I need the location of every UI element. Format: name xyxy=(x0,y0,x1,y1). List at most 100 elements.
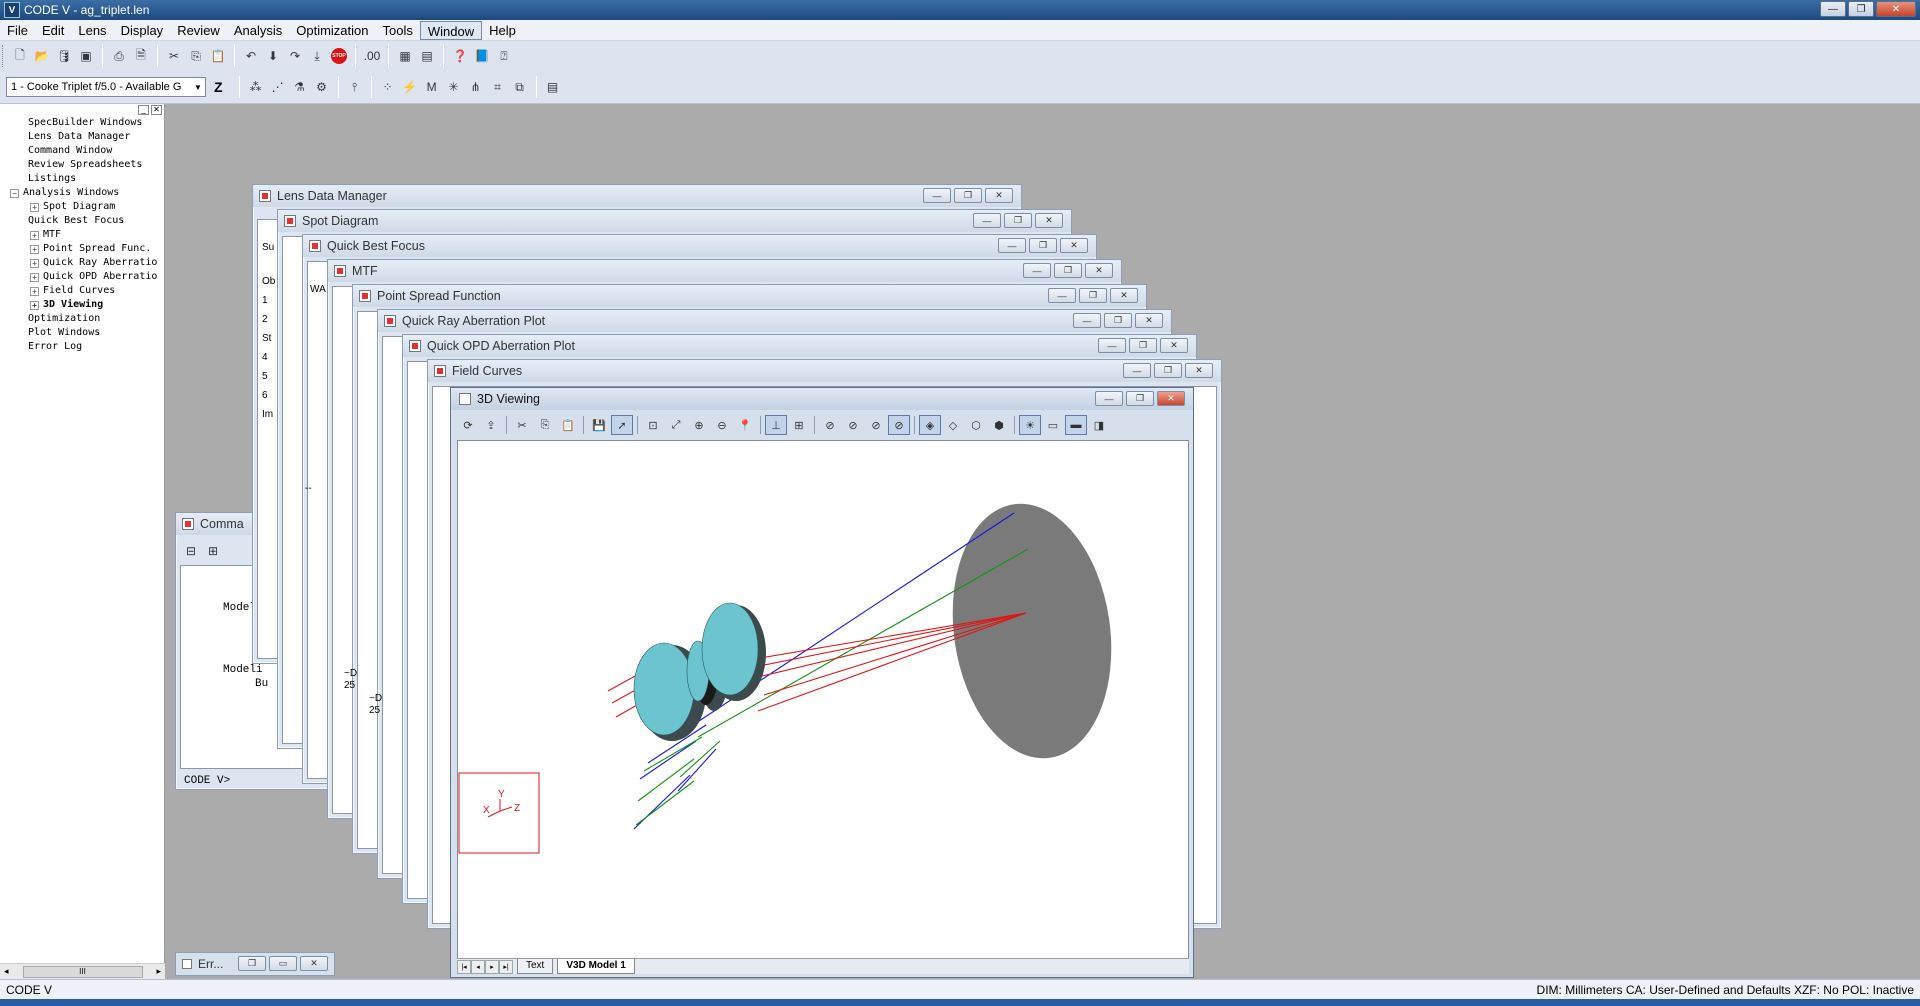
expand-icon[interactable]: + xyxy=(30,244,39,254)
decimal-format-icon[interactable]: .00 xyxy=(361,45,383,67)
tab-last-icon[interactable]: ▸| xyxy=(499,959,513,974)
lighting-icon[interactable]: ☀ xyxy=(1019,415,1041,435)
toolbar-grip[interactable] xyxy=(2,45,5,67)
close-button[interactable]: ✕ xyxy=(1876,1,1916,17)
spot-icon[interactable]: ⁘ xyxy=(377,76,399,98)
expand-icon[interactable]: + xyxy=(30,272,39,282)
tab-first-icon[interactable]: |◂ xyxy=(457,959,471,974)
minimize-icon[interactable]: — xyxy=(1073,313,1101,328)
hidden-line-icon[interactable]: ⬡ xyxy=(965,415,987,435)
maximize-icon[interactable]: ❐ xyxy=(1129,338,1157,353)
maximize-icon[interactable]: ❐ xyxy=(1054,263,1082,278)
copy-icon[interactable]: ⎘ xyxy=(534,415,556,435)
outline-view-icon[interactable]: ⬢ xyxy=(988,415,1010,435)
axes-icon[interactable]: ⊥ xyxy=(765,415,787,435)
zoom-out-icon[interactable]: ⊖ xyxy=(711,415,733,435)
distortion-icon[interactable]: ⌗ xyxy=(487,76,509,98)
tree-item[interactable]: + Point Spread Func. xyxy=(2,242,164,256)
rotate-x-icon[interactable]: ⊘ xyxy=(819,415,841,435)
panel-icon[interactable]: ▤ xyxy=(416,45,438,67)
tree-item[interactable]: SpecBuilder Windows xyxy=(2,116,164,130)
expand-icon[interactable]: + xyxy=(30,300,39,310)
close-icon[interactable]: ✕ xyxy=(1110,288,1138,303)
ldm-row-number[interactable]: St xyxy=(262,329,275,348)
cmd-tool-icon[interactable]: ⊟ xyxy=(182,543,200,559)
tree-item[interactable]: Command Window xyxy=(2,144,164,158)
lens-selector-dropdown[interactable]: 1 - Cooke Triplet f/5.0 - Available G ▼ xyxy=(6,77,206,97)
open-folder-icon[interactable]: 📂 xyxy=(31,45,53,67)
tree-item[interactable]: + MTF xyxy=(2,228,164,242)
tab-v3d-model-1[interactable]: V3D Model 1 xyxy=(557,959,635,974)
menu-file[interactable]: File xyxy=(0,21,35,40)
minimize-icon[interactable]: — xyxy=(973,213,1001,228)
restore-button[interactable]: ❐ xyxy=(1848,1,1874,17)
tree-horizontal-scrollbar[interactable]: ◂ III ▸ xyxy=(0,963,165,979)
ldm-row-number[interactable]: 1 xyxy=(262,291,275,310)
collapse-icon[interactable]: − xyxy=(10,188,19,198)
save-icon[interactable]: 💾 xyxy=(588,415,610,435)
close-icon[interactable]: ✕ xyxy=(985,188,1013,203)
command-prompt[interactable]: CODE V> xyxy=(184,775,230,787)
lens-element-icon[interactable]: ⫯ xyxy=(344,76,366,98)
save-image-icon[interactable]: ▣ xyxy=(75,45,97,67)
zoom-lens-button[interactable]: Z xyxy=(214,79,223,95)
tree-item[interactable]: Review Spreadsheets xyxy=(2,158,164,172)
minimize-button[interactable]: — xyxy=(1820,1,1846,17)
spot-diagram-tool-icon[interactable]: ⁂ xyxy=(245,76,267,98)
panel-close-icon[interactable]: ✕ xyxy=(151,105,162,115)
minimize-icon[interactable]: — xyxy=(998,238,1026,253)
cut-icon[interactable]: ✂ xyxy=(163,45,185,67)
ray-fan-tool-icon[interactable]: ⋰ xyxy=(267,76,289,98)
ldm-row-number[interactable]: 2 xyxy=(262,310,275,329)
tree-item[interactable]: Lens Data Manager xyxy=(2,130,164,144)
menu-analysis[interactable]: Analysis xyxy=(227,21,289,40)
expand-icon[interactable]: + xyxy=(30,202,39,212)
menu-lens[interactable]: Lens xyxy=(71,21,113,40)
tab-text[interactable]: Text xyxy=(517,959,554,974)
minimize-icon[interactable]: — xyxy=(1048,288,1076,303)
view-side-icon[interactable]: ▬ xyxy=(1065,415,1087,435)
maximize-icon[interactable]: ❐ xyxy=(1079,288,1107,303)
ldm-row-number[interactable]: Ob xyxy=(262,272,275,291)
maximize-icon[interactable]: ❐ xyxy=(1126,391,1154,406)
expand-icon[interactable]: + xyxy=(30,258,39,268)
zoom-in-icon[interactable]: ⊕ xyxy=(688,415,710,435)
print-icon[interactable]: ⎙ xyxy=(108,45,130,67)
close-icon[interactable]: ✕ xyxy=(300,956,328,971)
rotate-free-icon[interactable]: ⊘ xyxy=(888,415,910,435)
shaded-view-icon[interactable]: ◈ xyxy=(919,415,941,435)
grid-icon[interactable]: ⊞ xyxy=(788,415,810,435)
close-icon[interactable]: ✕ xyxy=(1085,263,1113,278)
paste-icon[interactable]: 📋 xyxy=(207,45,229,67)
window-layout-icon[interactable]: ▦ xyxy=(394,45,416,67)
down-arrow-icon[interactable]: ⬇ xyxy=(262,45,284,67)
chevron-down-icon[interactable]: ▼ xyxy=(191,78,205,96)
scroll-left-icon[interactable]: ◂ xyxy=(4,966,9,977)
close-icon[interactable]: ✕ xyxy=(1060,238,1088,253)
ray-trace-icon[interactable]: ⚡ xyxy=(399,76,421,98)
maximize-icon[interactable]: ❐ xyxy=(954,188,982,203)
ldm-row-number[interactable]: 5 xyxy=(262,367,275,386)
field-icon[interactable]: ⋔ xyxy=(465,76,487,98)
copy-icon[interactable]: ⎘ xyxy=(185,45,207,67)
restore-icon[interactable]: ❐ xyxy=(238,956,266,971)
menu-optimization[interactable]: Optimization xyxy=(289,21,375,40)
pin-icon[interactable]: 📍 xyxy=(734,415,756,435)
menu-help[interactable]: Help xyxy=(482,21,523,40)
rotate-z-icon[interactable]: ⊘ xyxy=(865,415,887,435)
maximize-icon[interactable]: ❐ xyxy=(1004,213,1032,228)
tree-item[interactable]: + Field Curves xyxy=(2,284,164,298)
refresh-icon[interactable]: ⟳ xyxy=(457,415,479,435)
database-icon[interactable]: 🛢 xyxy=(53,45,75,67)
redo-icon[interactable]: ↷ xyxy=(284,45,306,67)
select-pointer-icon[interactable]: ➚ xyxy=(611,415,633,435)
tree-item[interactable]: +3D Viewing xyxy=(2,298,164,312)
aberration-tool-icon[interactable]: ⚗ xyxy=(289,76,311,98)
close-icon[interactable]: ✕ xyxy=(1185,363,1213,378)
help-icon[interactable]: ❓ xyxy=(449,45,471,67)
minimize-icon[interactable]: — xyxy=(1023,263,1051,278)
menu-review[interactable]: Review xyxy=(170,21,227,40)
menu-tools[interactable]: Tools xyxy=(375,21,419,40)
menu-display[interactable]: Display xyxy=(114,21,171,40)
tree-item[interactable]: Quick Best Focus xyxy=(2,214,164,228)
